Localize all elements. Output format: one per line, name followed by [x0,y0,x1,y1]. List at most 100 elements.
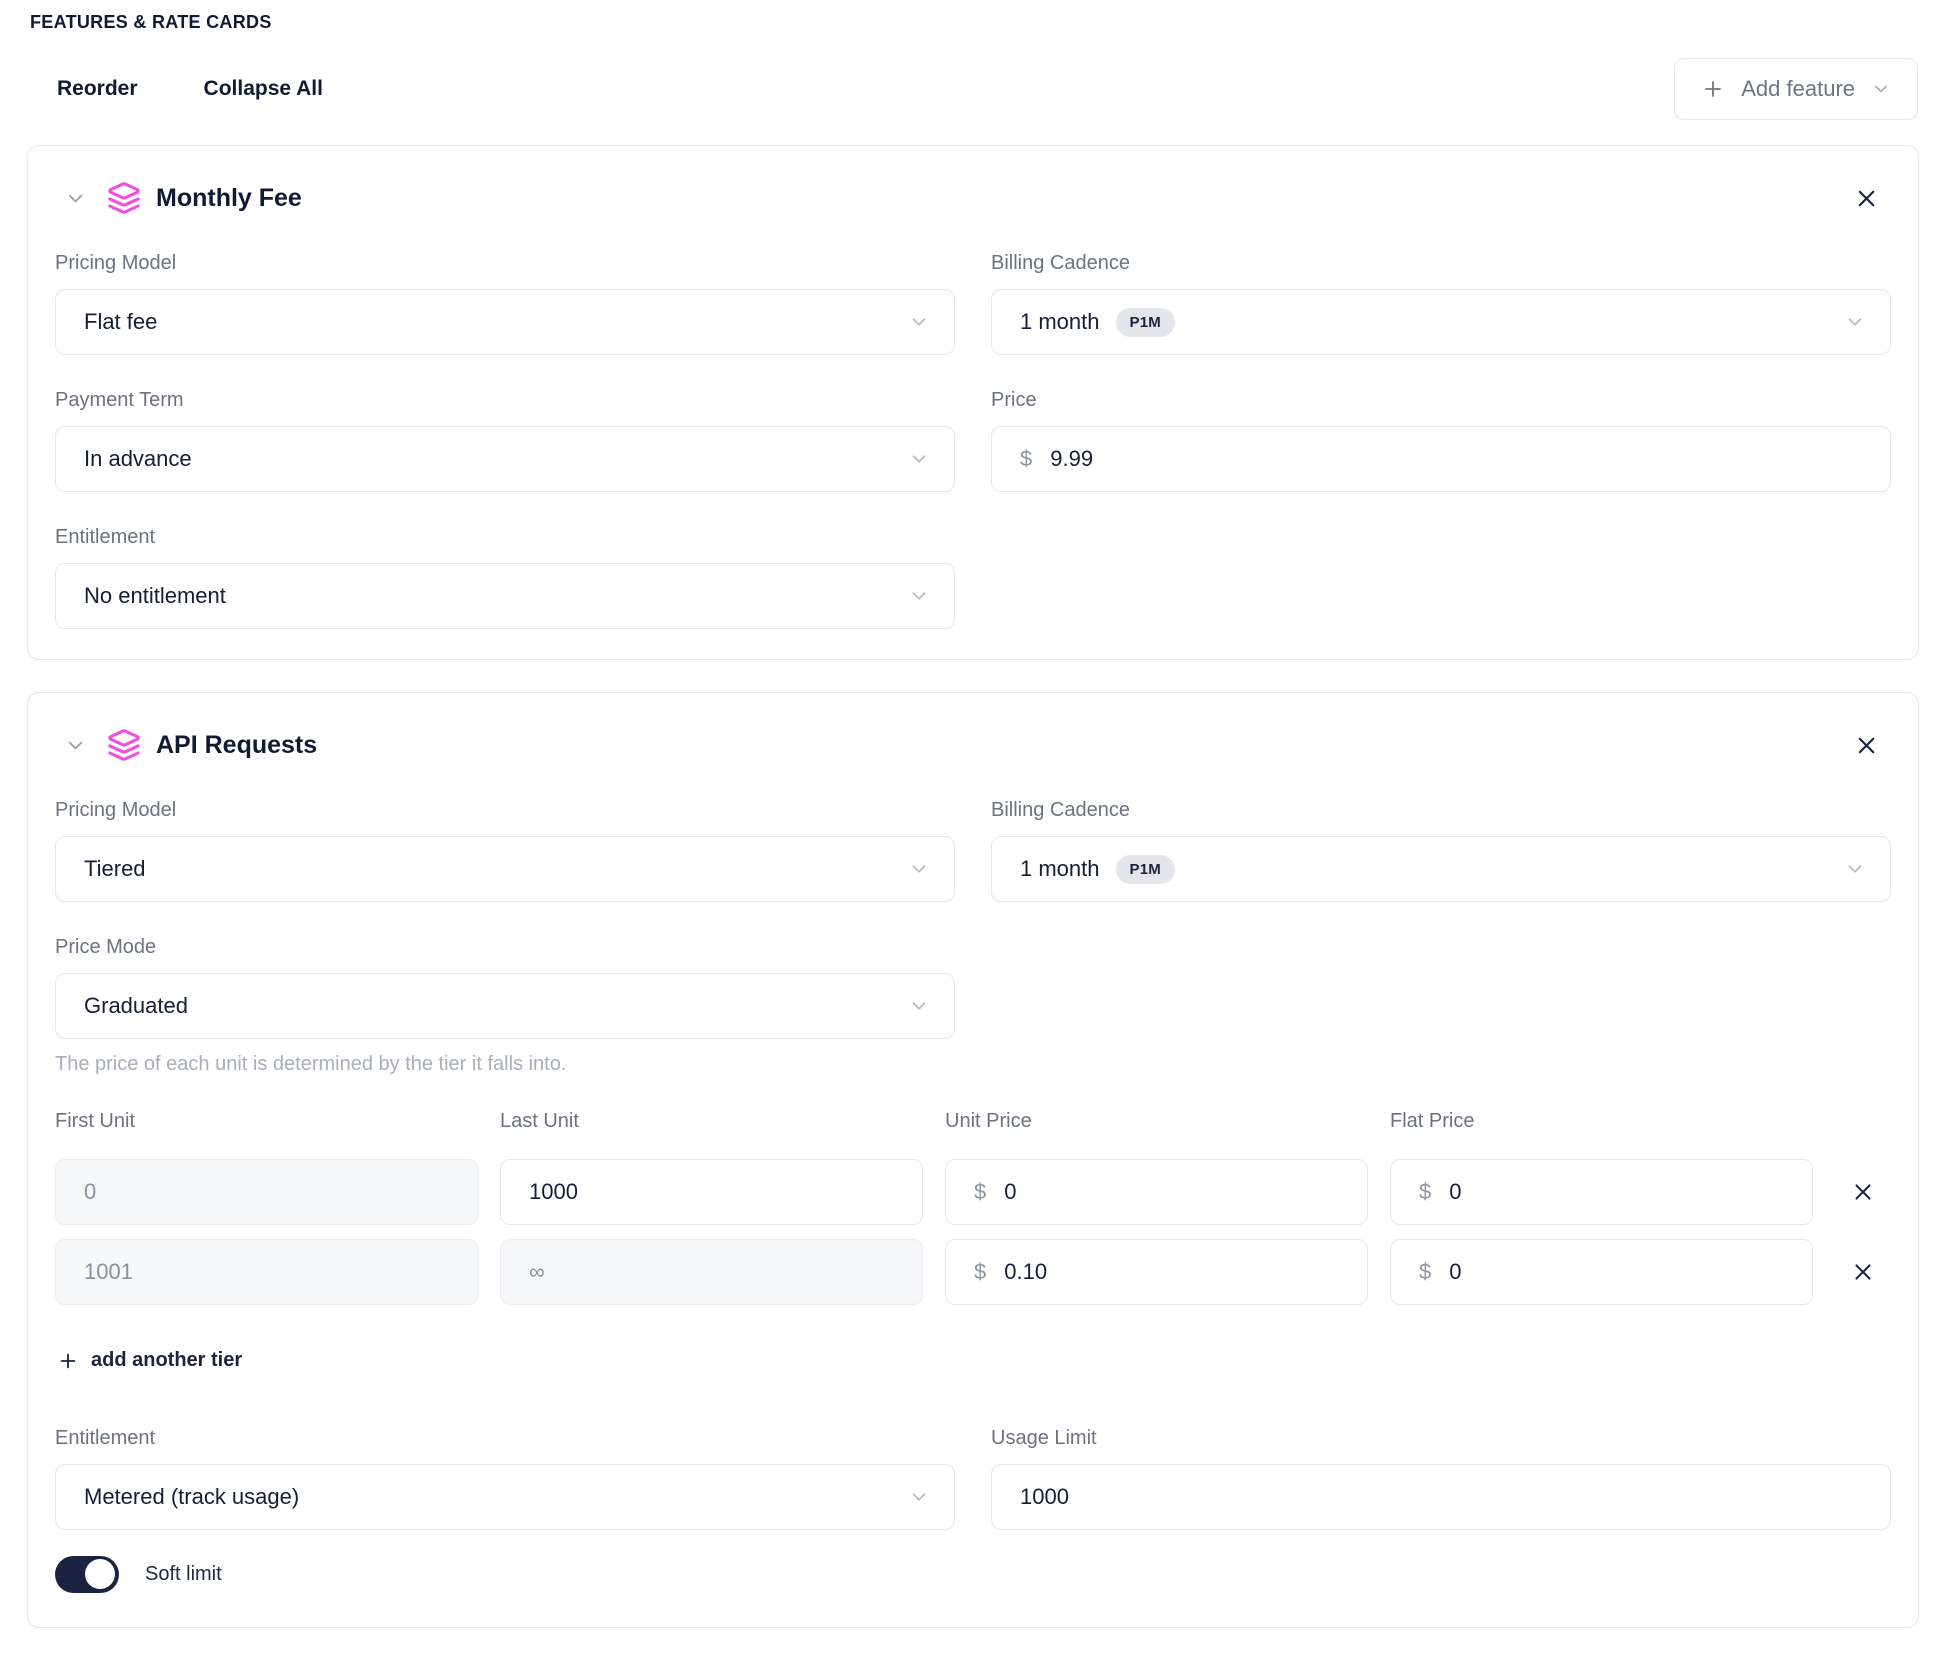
plus-icon [1701,77,1725,101]
collapse-card-button[interactable] [64,187,87,210]
cadence-code-badge: P1M [1116,855,1175,884]
first-unit-column-label: First Unit [55,1110,478,1133]
toggle-knob [85,1559,115,1589]
add-feature-label: Add feature [1741,76,1855,102]
chevron-down-icon [908,1486,930,1508]
first-unit-input [84,1259,449,1285]
entitlement-field: Entitlement Metered (track usage) [55,1427,955,1530]
first-unit-input [84,1179,449,1205]
toolbar: Reorder Collapse All Add feature [27,57,1918,121]
add-tier-button[interactable]: add another tier [57,1349,242,1372]
chevron-down-icon [908,311,930,333]
price-input[interactable] [1050,446,1862,472]
billing-cadence-field: Billing Cadence 1 month P1M [991,799,1891,902]
layers-icon [107,181,141,215]
tier-header-row: First Unit Last Unit Unit Price Flat Pri… [55,1110,1891,1147]
payment-term-select[interactable]: In advance [55,426,955,492]
pricing-model-select[interactable]: Flat fee [55,289,955,355]
tier-row: $ $ [55,1239,1891,1305]
price-mode-helper-text: The price of each unit is determined by … [55,1053,955,1076]
remove-feature-button[interactable] [1853,732,1880,759]
flat-price-input[interactable] [1449,1179,1784,1205]
card-header: API Requests [50,721,1896,767]
usage-limit-label: Usage Limit [991,1427,1891,1450]
reorder-button[interactable]: Reorder [57,77,138,101]
price-input-box: $ [991,426,1891,492]
pricing-model-field: Pricing Model Tiered [55,799,955,902]
close-icon [1850,1259,1876,1285]
pricing-model-label: Pricing Model [55,252,955,275]
pricing-model-select[interactable]: Tiered [55,836,955,902]
layers-icon [107,728,141,762]
billing-cadence-select[interactable]: 1 month P1M [991,836,1891,902]
close-icon [1850,1179,1876,1205]
currency-symbol: $ [1419,1179,1431,1205]
entitlement-label: Entitlement [55,1427,955,1450]
unit-price-column-label: Unit Price [945,1110,1368,1133]
entitlement-value: Metered (track usage) [84,1484,299,1510]
currency-symbol: $ [974,1179,986,1205]
price-label: Price [991,389,1891,412]
entitlement-label: Entitlement [55,526,955,549]
chevron-down-icon [908,858,930,880]
add-feature-button[interactable]: Add feature [1674,58,1918,120]
billing-cadence-field: Billing Cadence 1 month P1M [991,252,1891,355]
flat-price-column-label: Flat Price [1390,1110,1813,1133]
entitlement-field: Entitlement No entitlement [55,526,955,629]
last-unit-input[interactable] [529,1179,894,1205]
unit-price-input[interactable] [1004,1179,1339,1205]
chevron-down-icon [1844,858,1866,880]
currency-symbol: $ [1419,1259,1431,1285]
billing-cadence-value: 1 month [1020,309,1100,335]
collapse-card-button[interactable] [64,734,87,757]
payment-term-label: Payment Term [55,389,955,412]
billing-cadence-label: Billing Cadence [991,252,1891,275]
close-icon [1853,185,1880,212]
add-tier-label: add another tier [91,1349,242,1372]
pricing-model-value: Flat fee [84,309,157,335]
unit-price-input[interactable] [1004,1259,1339,1285]
payment-term-field: Payment Term In advance [55,389,955,492]
features-rate-cards-page: FEATURES & RATE CARDS Reorder Collapse A… [0,12,1934,1674]
entitlement-select[interactable]: No entitlement [55,563,955,629]
grid-spacer [991,902,1891,1076]
usage-limit-input-box [991,1464,1891,1530]
usage-limit-input[interactable] [1020,1484,1862,1510]
remove-tier-button[interactable] [1850,1179,1876,1205]
usage-limit-field: Usage Limit [991,1427,1891,1530]
page-title: FEATURES & RATE CARDS [30,12,1904,33]
pricing-model-label: Pricing Model [55,799,955,822]
chevron-down-icon [1844,311,1866,333]
billing-cadence-select[interactable]: 1 month P1M [991,289,1891,355]
feature-card-monthly-fee: Monthly Fee Pricing Model Flat fee Billi… [27,145,1919,660]
unit-price-input-box: $ [945,1159,1368,1225]
tier-row: $ $ [55,1159,1891,1225]
remove-feature-button[interactable] [1853,185,1880,212]
billing-cadence-value: 1 month [1020,856,1100,882]
chevron-down-icon [908,585,930,607]
feature-title: Monthly Fee [156,184,302,213]
soft-limit-toggle[interactable] [55,1556,119,1593]
flat-price-input[interactable] [1449,1259,1784,1285]
remove-tier-button[interactable] [1850,1259,1876,1285]
flat-price-input-box: $ [1390,1159,1813,1225]
last-unit-input-box [500,1239,923,1305]
chevron-down-icon [908,448,930,470]
payment-term-value: In advance [84,446,192,472]
close-icon [1853,732,1880,759]
collapse-all-button[interactable]: Collapse All [204,77,323,101]
flat-price-input-box: $ [1390,1239,1813,1305]
price-mode-label: Price Mode [55,936,955,959]
price-mode-select[interactable]: Graduated [55,973,955,1039]
first-unit-input-box [55,1159,478,1225]
soft-limit-row: Soft limit [55,1556,1896,1593]
feature-title: API Requests [156,731,317,760]
cadence-code-badge: P1M [1116,308,1175,337]
plus-icon [57,1350,79,1372]
fields-grid: Pricing Model Flat fee Billing Cadence 1… [55,220,1891,629]
fields-grid: Entitlement Metered (track usage) Usage … [55,1427,1891,1530]
chevron-down-icon [908,995,930,1017]
entitlement-value: No entitlement [84,583,226,609]
entitlement-select[interactable]: Metered (track usage) [55,1464,955,1530]
currency-symbol: $ [1020,446,1032,472]
